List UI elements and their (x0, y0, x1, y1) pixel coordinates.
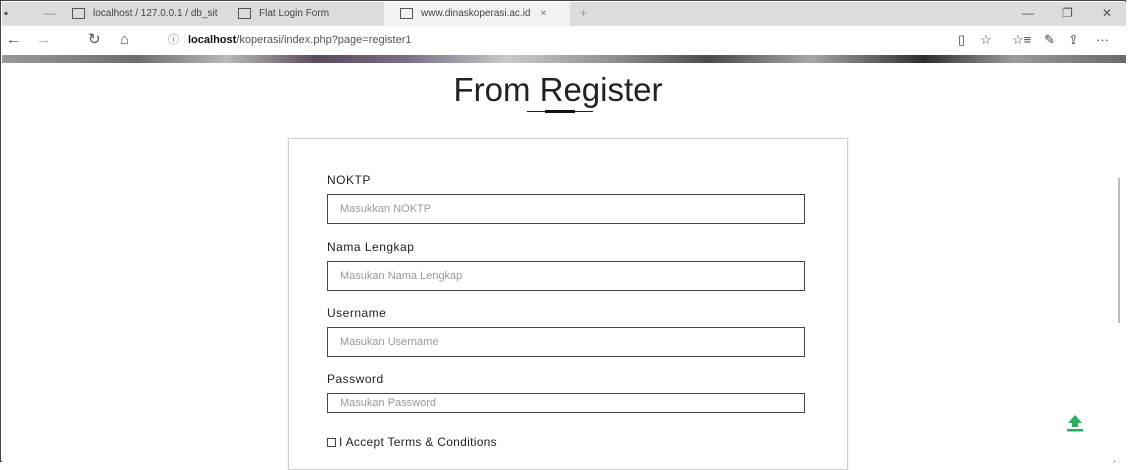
tab-dinaskoperasi[interactable]: www.dinaskoperasi.ac.id × (384, 2, 570, 26)
page-icon (72, 7, 85, 19)
favorites-list-icon[interactable]: ☆≡ (1012, 30, 1031, 50)
share-icon[interactable]: ⇪ (1068, 30, 1079, 50)
refresh-icon[interactable]: ↻ (88, 26, 101, 54)
info-icon[interactable]: ⓘ (168, 30, 179, 50)
more-icon[interactable]: ··· (1096, 30, 1109, 50)
scroll-to-top-icon[interactable] (1065, 413, 1085, 433)
tab-phpmyadmin[interactable]: localhost / 127.0.0.1 / db_sit (72, 2, 232, 26)
pen-icon[interactable]: ✎ (1044, 30, 1055, 50)
url-text[interactable]: localhost/koperasi/index.php?page=regist… (188, 30, 412, 50)
tab-label: Flat Login Form (259, 8, 330, 19)
close-window-icon[interactable]: ✕ (1102, 2, 1112, 24)
page-icon (238, 7, 251, 19)
tab-flat-login[interactable]: Flat Login Form (238, 2, 378, 26)
scrollbar[interactable] (1115, 63, 1126, 462)
password-input[interactable] (327, 393, 805, 413)
tab-bar: ▪ — localhost / 127.0.0.1 / db_sit Flat … (2, 2, 1126, 26)
favorite-star-icon[interactable]: ☆ (980, 30, 992, 50)
tab-menu-icon[interactable]: ▪ (4, 2, 8, 24)
username-input[interactable] (327, 327, 805, 357)
page-title: From Register (453, 71, 663, 108)
tab-label: www.dinaskoperasi.ac.id (421, 8, 531, 19)
username-label: Username (327, 306, 387, 320)
forward-icon[interactable]: → (36, 26, 51, 54)
register-form-card: NOKTP Nama Lengkap Username Password I A… (288, 138, 848, 470)
minimize-icon[interactable]: — (1022, 2, 1034, 24)
browser-window: ▪ — localhost / 127.0.0.1 / db_sit Flat … (0, 0, 1126, 470)
title-underline (527, 110, 593, 113)
url-field[interactable]: ⓘ localhost/koperasi/index.php?page=regi… (162, 30, 992, 50)
nama-input[interactable] (327, 261, 805, 291)
address-bar: ← → ↻ ⌂ ⓘ localhost/koperasi/index.php?p… (2, 26, 1126, 58)
restore-icon[interactable]: ❐ (1062, 2, 1073, 24)
new-tab-icon[interactable]: + (580, 2, 587, 24)
page-icon (400, 7, 413, 19)
noktp-label: NOKTP (327, 173, 371, 187)
reading-view-icon[interactable]: ▯ (958, 30, 965, 50)
home-icon[interactable]: ⌂ (120, 26, 129, 54)
terms-checkbox[interactable] (327, 437, 336, 447)
scrollbar-thumb[interactable] (1118, 178, 1120, 323)
password-label: Password (327, 372, 384, 386)
terms-checkbox-row[interactable]: I Accept Terms & Conditions (327, 435, 497, 449)
nama-label: Nama Lengkap (327, 240, 415, 254)
title-underline-accent (545, 110, 575, 113)
tab-label: localhost / 127.0.0.1 / db_sit (93, 8, 218, 19)
page-content: From Register NOKTP Nama Lengkap Usernam… (2, 63, 1114, 470)
url-host: localhost (188, 34, 237, 46)
noktp-input[interactable] (327, 194, 805, 224)
close-tab-icon[interactable]: × (541, 8, 547, 19)
back-icon[interactable]: ← (6, 26, 21, 54)
url-path: /koperasi/index.php?page=register1 (236, 34, 412, 46)
header-banner-image (2, 55, 1126, 63)
back-tabs-icon[interactable]: — (44, 2, 56, 24)
terms-label: I Accept Terms & Conditions (339, 435, 497, 449)
